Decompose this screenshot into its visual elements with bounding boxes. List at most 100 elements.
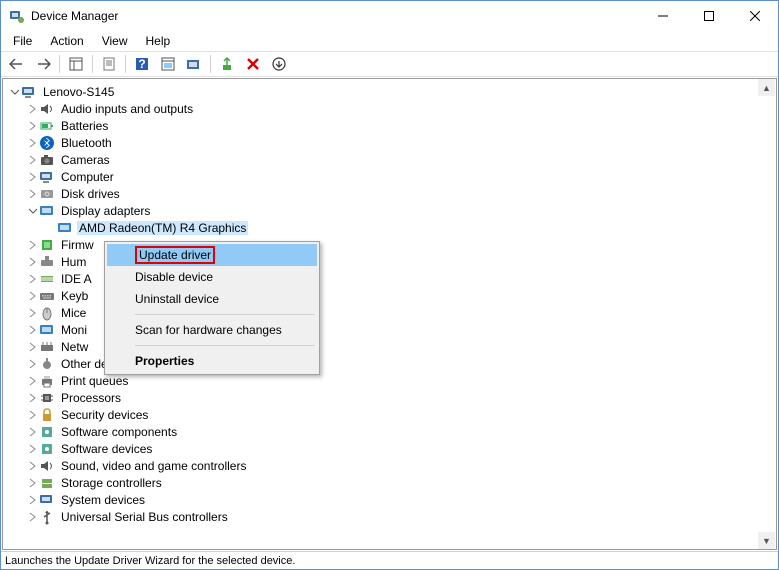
category-label[interactable]: Computer [59, 170, 116, 184]
device-amd-radeon[interactable]: AMD Radeon(TM) R4 Graphics [5, 219, 776, 236]
expand-icon[interactable] [25, 119, 39, 133]
expand-icon[interactable] [25, 442, 39, 456]
expand-icon[interactable] [25, 340, 39, 354]
menu-file[interactable]: File [5, 32, 40, 50]
menu-view[interactable]: View [94, 32, 136, 50]
category-label[interactable]: Moni [59, 323, 89, 337]
category-node[interactable]: Batteries [5, 117, 776, 134]
root-node[interactable]: Lenovo-S145 [5, 83, 776, 100]
collapse-icon[interactable] [7, 85, 21, 99]
category-label[interactable]: Disk drives [59, 187, 122, 201]
expand-icon[interactable] [25, 170, 39, 184]
expand-icon[interactable] [25, 102, 39, 116]
category-node[interactable]: Audio inputs and outputs [5, 100, 776, 117]
context-menu-item[interactable]: Uninstall device [107, 288, 317, 310]
category-label[interactable]: Software components [59, 425, 179, 439]
menu-action[interactable]: Action [42, 32, 91, 50]
category-node[interactable]: Universal Serial Bus controllers [5, 508, 776, 525]
maximize-button[interactable] [686, 1, 732, 31]
category-label[interactable]: Bluetooth [59, 136, 114, 150]
menu-separator [135, 345, 315, 346]
category-node[interactable]: Storage controllers [5, 474, 776, 491]
category-label[interactable]: Storage controllers [59, 476, 164, 490]
category-node[interactable]: Cameras [5, 151, 776, 168]
category-node[interactable]: System devices [5, 491, 776, 508]
category-node[interactable]: Bluetooth [5, 134, 776, 151]
back-button[interactable] [5, 53, 29, 75]
close-button[interactable] [732, 1, 778, 31]
expand-icon[interactable] [25, 408, 39, 422]
scroll-down-button[interactable]: ▼ [758, 532, 775, 549]
category-display-adapters[interactable]: Display adapters [5, 202, 776, 219]
show-hide-tree-button[interactable] [64, 53, 88, 75]
category-label[interactable]: Cameras [59, 153, 112, 167]
expand-icon[interactable] [25, 357, 39, 371]
category-label[interactable]: System devices [59, 493, 147, 507]
category-label[interactable]: IDE A [59, 272, 94, 286]
properties-button[interactable] [97, 53, 121, 75]
collapse-icon[interactable] [25, 204, 39, 218]
category-label[interactable]: Security devices [59, 408, 150, 422]
device-label[interactable]: AMD Radeon(TM) R4 Graphics [77, 221, 248, 235]
root-label[interactable]: Lenovo-S145 [41, 85, 116, 99]
expand-icon[interactable] [25, 493, 39, 507]
category-node[interactable]: Computer [5, 168, 776, 185]
expand-icon[interactable] [25, 459, 39, 473]
software-icon [39, 424, 55, 440]
category-label[interactable]: Universal Serial Bus controllers [59, 510, 230, 524]
expand-icon[interactable] [25, 391, 39, 405]
expand-icon[interactable] [25, 187, 39, 201]
update-driver-button[interactable] [182, 53, 206, 75]
category-node[interactable]: Software components [5, 423, 776, 440]
expand-icon[interactable] [25, 306, 39, 320]
expand-icon[interactable] [25, 136, 39, 150]
context-menu-item[interactable]: Scan for hardware changes [107, 319, 317, 341]
expand-icon[interactable] [25, 153, 39, 167]
category-label[interactable]: Sound, video and game controllers [59, 459, 248, 473]
category-node[interactable]: Processors [5, 389, 776, 406]
category-node[interactable]: Security devices [5, 406, 776, 423]
expand-icon[interactable] [25, 374, 39, 388]
disable-button[interactable] [267, 53, 291, 75]
category-label[interactable]: Software devices [59, 442, 154, 456]
minimize-button[interactable] [640, 1, 686, 31]
menu-bar: File Action View Help [1, 31, 778, 51]
expand-icon[interactable] [25, 510, 39, 524]
category-label[interactable]: Mice [59, 306, 88, 320]
category-label[interactable]: Print queues [59, 374, 130, 388]
expand-icon[interactable] [25, 476, 39, 490]
expand-icon[interactable] [25, 323, 39, 337]
expand-icon[interactable] [25, 289, 39, 303]
forward-button[interactable] [31, 53, 55, 75]
category-label[interactable]: Processors [59, 391, 123, 405]
category-label[interactable]: Keyb [59, 289, 90, 303]
category-node[interactable]: Disk drives [5, 185, 776, 202]
expand-icon[interactable] [25, 238, 39, 252]
menu-separator [135, 314, 315, 315]
menu-help[interactable]: Help [138, 32, 179, 50]
bluetooth-icon [39, 135, 55, 151]
category-label[interactable]: Hum [59, 255, 88, 269]
category-node[interactable]: Software devices [5, 440, 776, 457]
uninstall-button[interactable] [241, 53, 265, 75]
expand-icon[interactable] [25, 255, 39, 269]
enable-button[interactable] [215, 53, 239, 75]
scan-button[interactable] [156, 53, 180, 75]
help-button[interactable]: ? [130, 53, 154, 75]
category-label[interactable]: Audio inputs and outputs [59, 102, 195, 116]
expand-icon[interactable] [25, 272, 39, 286]
category-label[interactable]: Display adapters [59, 204, 152, 218]
category-label[interactable]: Netw [59, 340, 90, 354]
category-label[interactable]: Batteries [59, 119, 110, 133]
context-menu-item[interactable]: Disable device [107, 266, 317, 288]
context-menu-item[interactable]: Properties [107, 350, 317, 372]
expand-icon[interactable] [25, 425, 39, 439]
scroll-up-button[interactable]: ▲ [758, 79, 775, 96]
display-adapter-icon [57, 220, 73, 236]
battery-icon [39, 118, 55, 134]
hid-icon [39, 254, 55, 270]
context-menu-item[interactable]: Update driver [107, 244, 317, 266]
category-label[interactable]: Firmw [59, 238, 96, 252]
sound-icon [39, 458, 55, 474]
category-node[interactable]: Sound, video and game controllers [5, 457, 776, 474]
